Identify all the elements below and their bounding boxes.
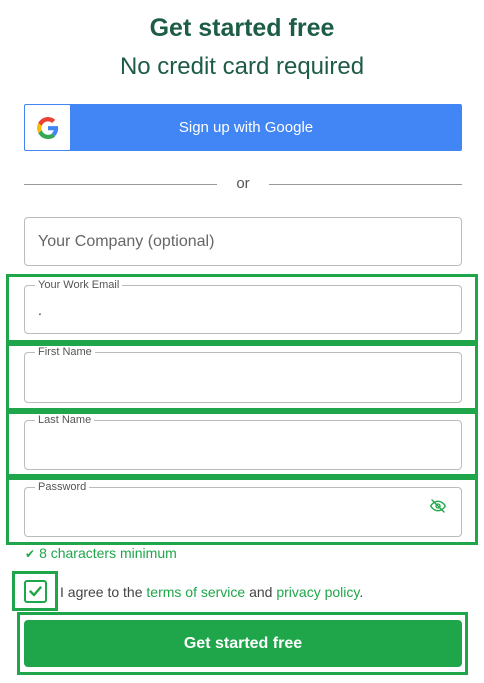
google-logo-box [25,105,70,150]
password-field[interactable]: Password [24,481,462,537]
divider-line-right [269,184,462,185]
company-input[interactable] [24,217,462,266]
page-subtitle: No credit card required [119,53,365,80]
agreement-prefix: I agree to the [60,584,143,600]
or-divider: or [24,174,462,194]
checkbox-check-icon [29,586,42,597]
agreement-middle: and [249,584,273,600]
agreement-suffix: . [359,584,364,600]
agreement-text: I agree to the terms of service and priv… [60,584,363,600]
last-name-field[interactable]: Last Name [24,414,462,470]
agree-checkbox[interactable] [24,580,47,603]
last-name-input[interactable] [38,432,422,458]
google-signup-label: Sign up with Google [178,119,314,136]
checkmark-icon: ✔ [25,547,36,561]
last-name-field-label: Last Name [38,414,92,426]
first-name-input[interactable] [38,364,422,390]
email-input[interactable] [38,297,422,323]
first-name-field-label: First Name [38,346,92,358]
email-field[interactable]: Your Work Email [24,279,462,334]
get-started-button[interactable]: Get started free [24,620,462,667]
password-hint-text: 8 characters minimum [39,545,177,561]
eye-slash-icon[interactable] [430,498,446,514]
page-title: Get started free [149,14,335,42]
first-name-field[interactable]: First Name [24,346,462,403]
password-input[interactable] [38,499,422,525]
password-field-label: Password [38,481,87,493]
privacy-policy-link[interactable]: privacy policy [276,584,359,600]
terms-of-service-link[interactable]: terms of service [146,584,245,600]
google-signup-button[interactable]: Sign up with Google [24,104,462,151]
password-hint: ✔ 8 characters minimum [25,545,177,561]
email-field-label: Your Work Email [38,279,120,291]
google-g-icon [36,116,58,139]
